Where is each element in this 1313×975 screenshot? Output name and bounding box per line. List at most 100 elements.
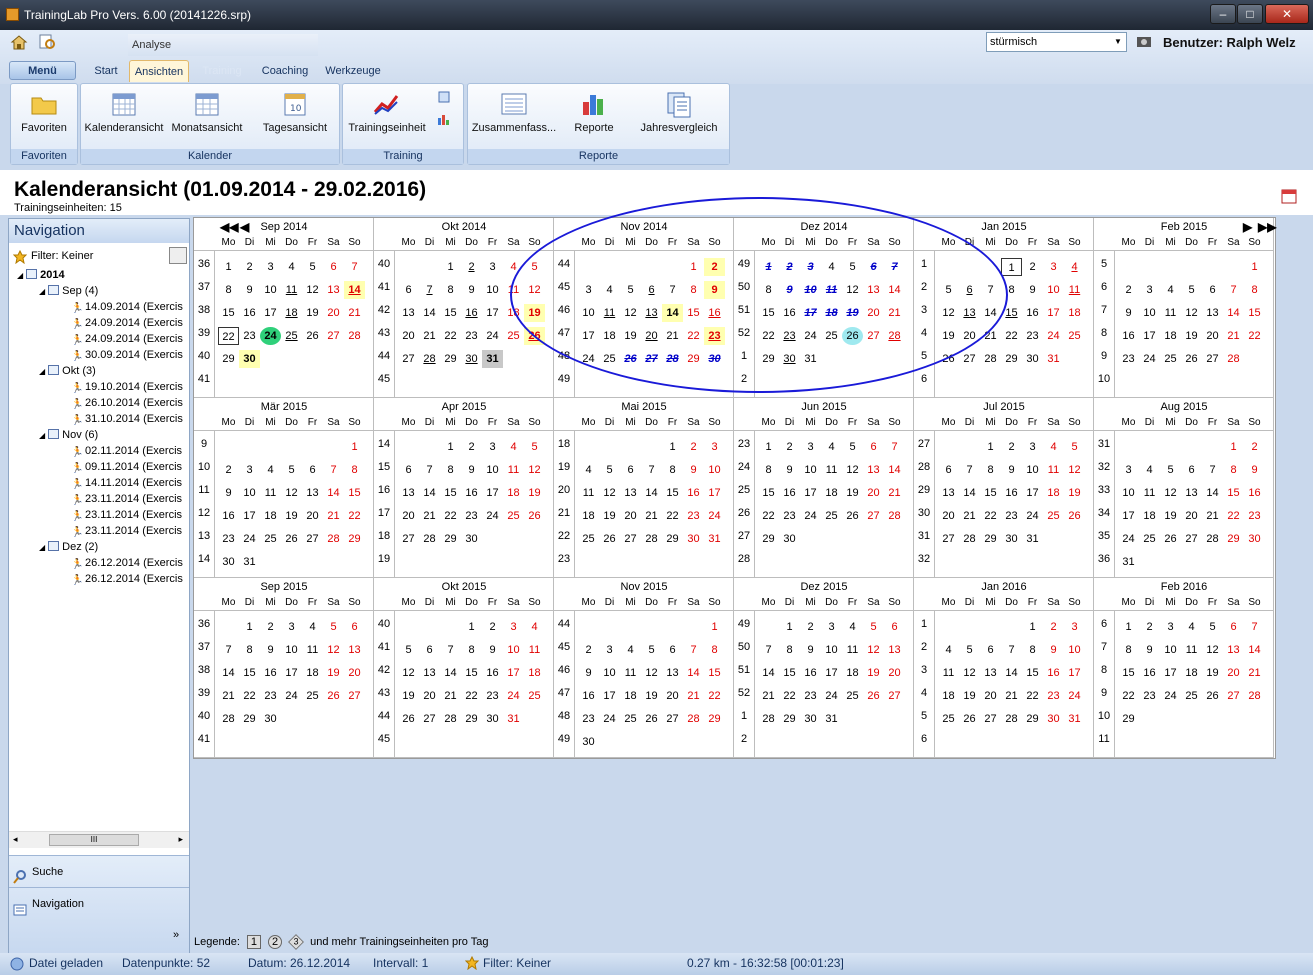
calendar-day[interactable]: 16 [239,304,260,322]
calendar-day[interactable]: 6 [938,461,959,479]
calendar-day[interactable]: 12 [302,281,323,299]
calendar-day[interactable]: 8 [704,641,725,659]
calendar-day[interactable]: 18 [302,664,323,682]
calendar-day[interactable]: 6 [302,461,323,479]
calendar-day[interactable]: 12 [599,484,620,502]
tree-expander-icon[interactable]: ◢ [39,287,45,296]
calendar-day[interactable]: 12 [959,664,980,682]
calendar-day[interactable]: 12 [842,461,863,479]
calendar-day[interactable]: 24 [1022,507,1043,525]
calendar-day[interactable]: 22 [1118,687,1139,705]
calendar-day[interactable]: 10 [599,664,620,682]
calendar-day[interactable]: 25 [578,530,599,548]
calendar-day[interactable]: 18 [503,484,524,502]
calendar-day[interactable]: 12 [1181,304,1202,322]
calendar-day[interactable]: 19 [842,484,863,502]
calendar-day[interactable]: 25 [503,507,524,525]
calendar-day[interactable]: 20 [323,304,344,322]
calendar-day[interactable]: 14 [959,484,980,502]
calendar-day[interactable]: 28 [323,530,344,548]
calendar-day[interactable]: 19 [281,507,302,525]
tree-entry[interactable]: 🏃 23.11.2014 (Exercis [71,509,182,522]
calendar-day[interactable]: 17 [1160,664,1181,682]
calendar-day[interactable]: 9 [578,664,599,682]
calendar-day[interactable]: 31 [1118,553,1139,571]
calendar-day[interactable]: 2 [1244,438,1265,456]
calendar-day[interactable]: 23 [1118,350,1139,368]
calendar-day[interactable]: 28 [641,530,662,548]
scroll-thumb[interactable]: III [49,834,139,846]
calendar-day[interactable]: 9 [218,484,239,502]
calendar-day[interactable]: 28 [884,507,905,525]
calendar-day[interactable]: 10 [1160,641,1181,659]
calendar-day[interactable]: 7 [1202,461,1223,479]
tree-entry[interactable]: 🏃 02.11.2014 (Exercis [71,445,182,458]
calendar-day[interactable]: 26 [1160,530,1181,548]
calendar-day[interactable]: 5 [1202,618,1223,636]
calendar-day[interactable]: 19 [302,304,323,322]
calendar-day[interactable]: 9 [800,641,821,659]
reporte-button[interactable]: Reporte [564,90,624,134]
tree-month-node[interactable]: ◢ Dez (2) [39,541,98,553]
calendar-day[interactable]: 21 [758,687,779,705]
calendar-day[interactable]: 1 [440,438,461,456]
calendar-day[interactable]: 2 [1001,438,1022,456]
calendar-day[interactable]: 3 [482,438,503,456]
calendar-day[interactable]: 17 [260,304,281,322]
calendar-day[interactable]: 10 [482,461,503,479]
calendar-day[interactable]: 15 [758,484,779,502]
calendar-day[interactable]: 6 [323,258,344,276]
calendar-day[interactable]: 22 [1223,507,1244,525]
calendar-day[interactable]: 27 [344,687,365,705]
calendar-day[interactable]: 17 [239,507,260,525]
calendar-day[interactable]: 21 [419,327,440,345]
calendar-day[interactable]: 2 [1043,618,1064,636]
calendar-day[interactable]: 1 [218,258,239,276]
calendar-day[interactable]: 28 [419,350,440,368]
calendar-day[interactable]: 23 [779,507,800,525]
calendar-small-icon[interactable] [1281,188,1297,204]
calendar-day[interactable]: 11 [1064,281,1085,299]
calendar-day[interactable]: 20 [1202,327,1223,345]
calendar-day[interactable]: 16 [1118,327,1139,345]
navigation-button[interactable]: Navigation [9,887,189,919]
calendar-day[interactable]: 9 [1001,461,1022,479]
calendar-day[interactable]: 14 [323,484,344,502]
calendar-day[interactable]: 6 [1223,618,1244,636]
calendar-day[interactable]: 6 [1202,281,1223,299]
calendar-day[interactable]: 3 [1064,618,1085,636]
calendar-day[interactable]: 7 [419,461,440,479]
calendar-day[interactable]: 21 [1223,327,1244,345]
calendar-day[interactable]: 15 [704,664,725,682]
calendar-day[interactable]: 29 [461,710,482,728]
calendar-day[interactable]: 13 [302,484,323,502]
calendar-day[interactable]: 15 [218,304,239,322]
calendar-day[interactable]: 22 [779,687,800,705]
calendar-day[interactable]: 1 [662,438,683,456]
calendar-day[interactable]: 18 [938,687,959,705]
calendar-day[interactable]: 30 [260,710,281,728]
trainingseinheit-button[interactable]: Trainingseinheit [345,90,429,134]
calendar-day[interactable]: 26 [398,710,419,728]
calendar-day[interactable]: 9 [1244,461,1265,479]
calendar-day[interactable]: 2 [1139,618,1160,636]
calendar-day[interactable]: 24 [1043,327,1064,345]
tree-expander-icon[interactable]: ◢ [39,367,45,376]
calendar-day[interactable]: 10 [281,641,302,659]
calendar-day[interactable]: 2 [800,618,821,636]
calendar-day[interactable]: 29 [440,530,461,548]
calendar-day[interactable]: 29 [1223,530,1244,548]
calendar-day[interactable]: 1 [1223,438,1244,456]
calendar-day[interactable]: 21 [419,507,440,525]
calendar-day[interactable]: 11 [821,461,842,479]
calendar-day[interactable]: 30 [1001,530,1022,548]
calendar-day[interactable]: 12 [323,641,344,659]
calendar-day[interactable]: 26 [842,507,863,525]
calendar-day[interactable]: 10 [800,461,821,479]
calendar-day[interactable]: 2 [1118,281,1139,299]
calendar-day[interactable]: 19 [1064,484,1085,502]
calendar-day[interactable]: 23 [800,687,821,705]
calendar-day[interactable]: 2 [683,438,704,456]
calendar-day[interactable]: 14 [1244,641,1265,659]
calendar-day[interactable]: 14 [1223,304,1244,322]
